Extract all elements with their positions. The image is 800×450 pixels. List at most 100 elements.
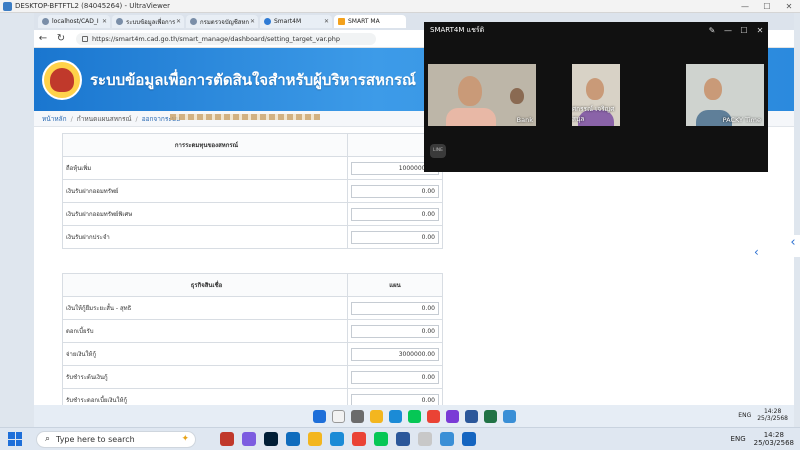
tab-smart-manage[interactable]: SMART MA xyxy=(334,15,406,28)
app-icon[interactable] xyxy=(418,432,432,446)
taskview-icon[interactable] xyxy=(350,409,364,423)
url-text: https://smart4m.cad.go.th/smart_manage/d… xyxy=(92,34,341,43)
row-label: เงินรับฝากออมทรัพย์พิเศษ xyxy=(62,202,348,226)
value-input[interactable] xyxy=(351,184,439,198)
table-row: รับชำระต้นเงินกู้ xyxy=(62,365,443,389)
line-logo-icon: LINE xyxy=(430,144,446,158)
page-icon xyxy=(190,18,197,25)
search-icon[interactable] xyxy=(331,409,345,423)
copilot-sparkle-icon: ✦ xyxy=(181,434,189,444)
close-icon[interactable]: ✕ xyxy=(778,2,800,11)
chrome-icon[interactable] xyxy=(426,409,440,423)
language-indicator[interactable]: ENG xyxy=(731,435,746,443)
lock-icon xyxy=(82,35,88,42)
minimize-icon[interactable]: — xyxy=(720,26,736,35)
search-icon: ⌕ xyxy=(45,434,51,444)
folder-icon[interactable] xyxy=(308,432,322,446)
local-taskbar: ⌕ Type here to search ✦ ENG 14:28 25/03/… xyxy=(0,427,800,450)
url-field[interactable]: https://smart4m.cad.go.th/smart_manage/d… xyxy=(76,32,376,45)
edge-icon[interactable] xyxy=(330,432,344,446)
table-row: เงินรับฝากออมทรัพย์พิเศษ xyxy=(62,202,443,226)
app-icon[interactable] xyxy=(220,432,234,446)
value-input[interactable] xyxy=(351,207,439,221)
maximize-icon[interactable]: ☐ xyxy=(756,2,778,11)
chevron-left-icon[interactable]: ‹ xyxy=(754,245,764,265)
line-icon[interactable] xyxy=(407,409,421,423)
word-icon[interactable] xyxy=(464,409,478,423)
tab-label: กรมตรวจบัญชีสหก xyxy=(200,18,250,26)
participant-name: ศกรรณ์ เจริญศสนุล xyxy=(572,105,615,123)
tab-cad[interactable]: กรมตรวจบัญชีสหก ✕ xyxy=(186,15,258,28)
row-label: จ่ายเงินให้กู้ xyxy=(62,342,348,366)
back-icon[interactable]: ← xyxy=(34,33,52,44)
taskbar-search[interactable]: ⌕ Type here to search ✦ xyxy=(36,430,196,448)
plan-header: แผน xyxy=(347,273,443,297)
chrome-icon[interactable] xyxy=(352,432,366,446)
date-text: 25/3/2568 xyxy=(757,415,788,422)
row-label: ถือหุ้นเพิ่ม xyxy=(62,156,348,180)
value-input[interactable] xyxy=(351,301,439,315)
tab-system[interactable]: ระบบข้อมูลเพื่อการ ✕ xyxy=(112,15,184,28)
meeting-title: SMART4M แชร์ดิ xyxy=(430,25,485,34)
photoshop-icon[interactable] xyxy=(264,432,278,446)
close-icon[interactable]: ✕ xyxy=(752,26,768,35)
time-text: 14:28 xyxy=(763,408,782,415)
ultraviewer-icon[interactable] xyxy=(440,432,454,446)
row-label: รับชำระต้นเงินกู้ xyxy=(62,365,348,389)
time-text: 14:28 xyxy=(763,431,784,439)
tab-smart4m[interactable]: Smart4M ✕ xyxy=(260,15,332,28)
ultraviewer-titlebar: DESKTOP-BFTFTL2 (84045264) - UltraViewer… xyxy=(0,0,800,13)
value-input[interactable] xyxy=(351,230,439,244)
tab-label: ระบบข้อมูลเพื่อการ xyxy=(126,18,176,26)
breadcrumb-plan[interactable]: กำหนดแผนสหกรณ์ xyxy=(77,114,132,124)
app-icon[interactable] xyxy=(445,409,459,423)
breadcrumb-home[interactable]: หน้าหลัก xyxy=(42,114,67,124)
value-input[interactable] xyxy=(351,324,439,338)
date-text: 25/03/2568 xyxy=(753,439,794,447)
value-input[interactable] xyxy=(351,370,439,384)
table-row: เงินรับฝากประจำ xyxy=(62,225,443,249)
participant-video[interactable]: PACKY Time xyxy=(686,64,764,126)
windows-start-icon[interactable] xyxy=(8,432,22,446)
close-tab-icon[interactable]: ✕ xyxy=(102,18,107,25)
minimize-icon[interactable]: — xyxy=(734,2,756,11)
folder-icon[interactable] xyxy=(369,409,383,423)
side-panel-toggle-icon[interactable]: ‹ xyxy=(786,235,800,257)
language-indicator[interactable]: ENG xyxy=(738,412,751,419)
page-icon xyxy=(42,18,49,25)
copilot-icon[interactable] xyxy=(242,432,256,446)
close-tab-icon[interactable]: ✕ xyxy=(176,18,181,25)
value-input[interactable] xyxy=(351,347,439,361)
target-form: การระดมทุนของสหกรณ์ ถือหุ้นเพิ่ม เงินรับ… xyxy=(62,133,443,412)
app-icon[interactable] xyxy=(462,432,476,446)
page-icon xyxy=(264,18,271,25)
section-header: ธุรกิจสินเชื่อ xyxy=(62,273,348,297)
local-clock[interactable]: 14:28 25/03/2568 xyxy=(754,431,794,447)
ultraviewer-icon xyxy=(3,1,12,11)
edge-icon[interactable] xyxy=(388,409,402,423)
remote-taskbar: ENG 14:28 25/3/2568 xyxy=(34,405,794,427)
table-row: ดอกเบี้ยรับ xyxy=(62,319,443,343)
close-tab-icon[interactable]: ✕ xyxy=(324,18,329,25)
funding-table: การระดมทุนของสหกรณ์ ถือหุ้นเพิ่ม เงินรับ… xyxy=(62,133,443,249)
word-icon[interactable] xyxy=(396,432,410,446)
row-label: เงินรับฝากประจำ xyxy=(62,225,348,249)
line-icon[interactable] xyxy=(374,432,388,446)
remote-clock[interactable]: 14:28 25/3/2568 xyxy=(757,408,788,422)
table-row: เงินรับฝากออมทรัพย์ xyxy=(62,179,443,203)
section-header: การระดมทุนของสหกรณ์ xyxy=(62,133,348,157)
participant-video[interactable]: Bank xyxy=(428,64,536,126)
ultraviewer-icon[interactable] xyxy=(502,409,516,423)
tab-label: Smart4M xyxy=(274,18,302,25)
participant-video[interactable]: ศกรรณ์ เจริญศสนุล xyxy=(572,64,620,126)
tab-localhost[interactable]: localhost/CAD_I ✕ xyxy=(38,15,110,28)
start-icon[interactable] xyxy=(312,409,326,423)
credit-table: ธุรกิจสินเชื่อ แผน เงินให้กู้ยืมระยะสั้น … xyxy=(62,273,443,412)
pin-icon[interactable]: ✎ xyxy=(704,26,720,35)
reload-icon[interactable]: ↻ xyxy=(52,33,70,44)
close-tab-icon[interactable]: ✕ xyxy=(250,18,255,25)
excel-icon[interactable] xyxy=(483,409,497,423)
maximize-icon[interactable]: ☐ xyxy=(736,26,752,35)
outlook-icon[interactable] xyxy=(286,432,300,446)
line-meeting-window: SMART4M แชร์ดิ ✎ — ☐ ✕ Bank ศกรรณ์ เจริญ… xyxy=(424,22,768,172)
